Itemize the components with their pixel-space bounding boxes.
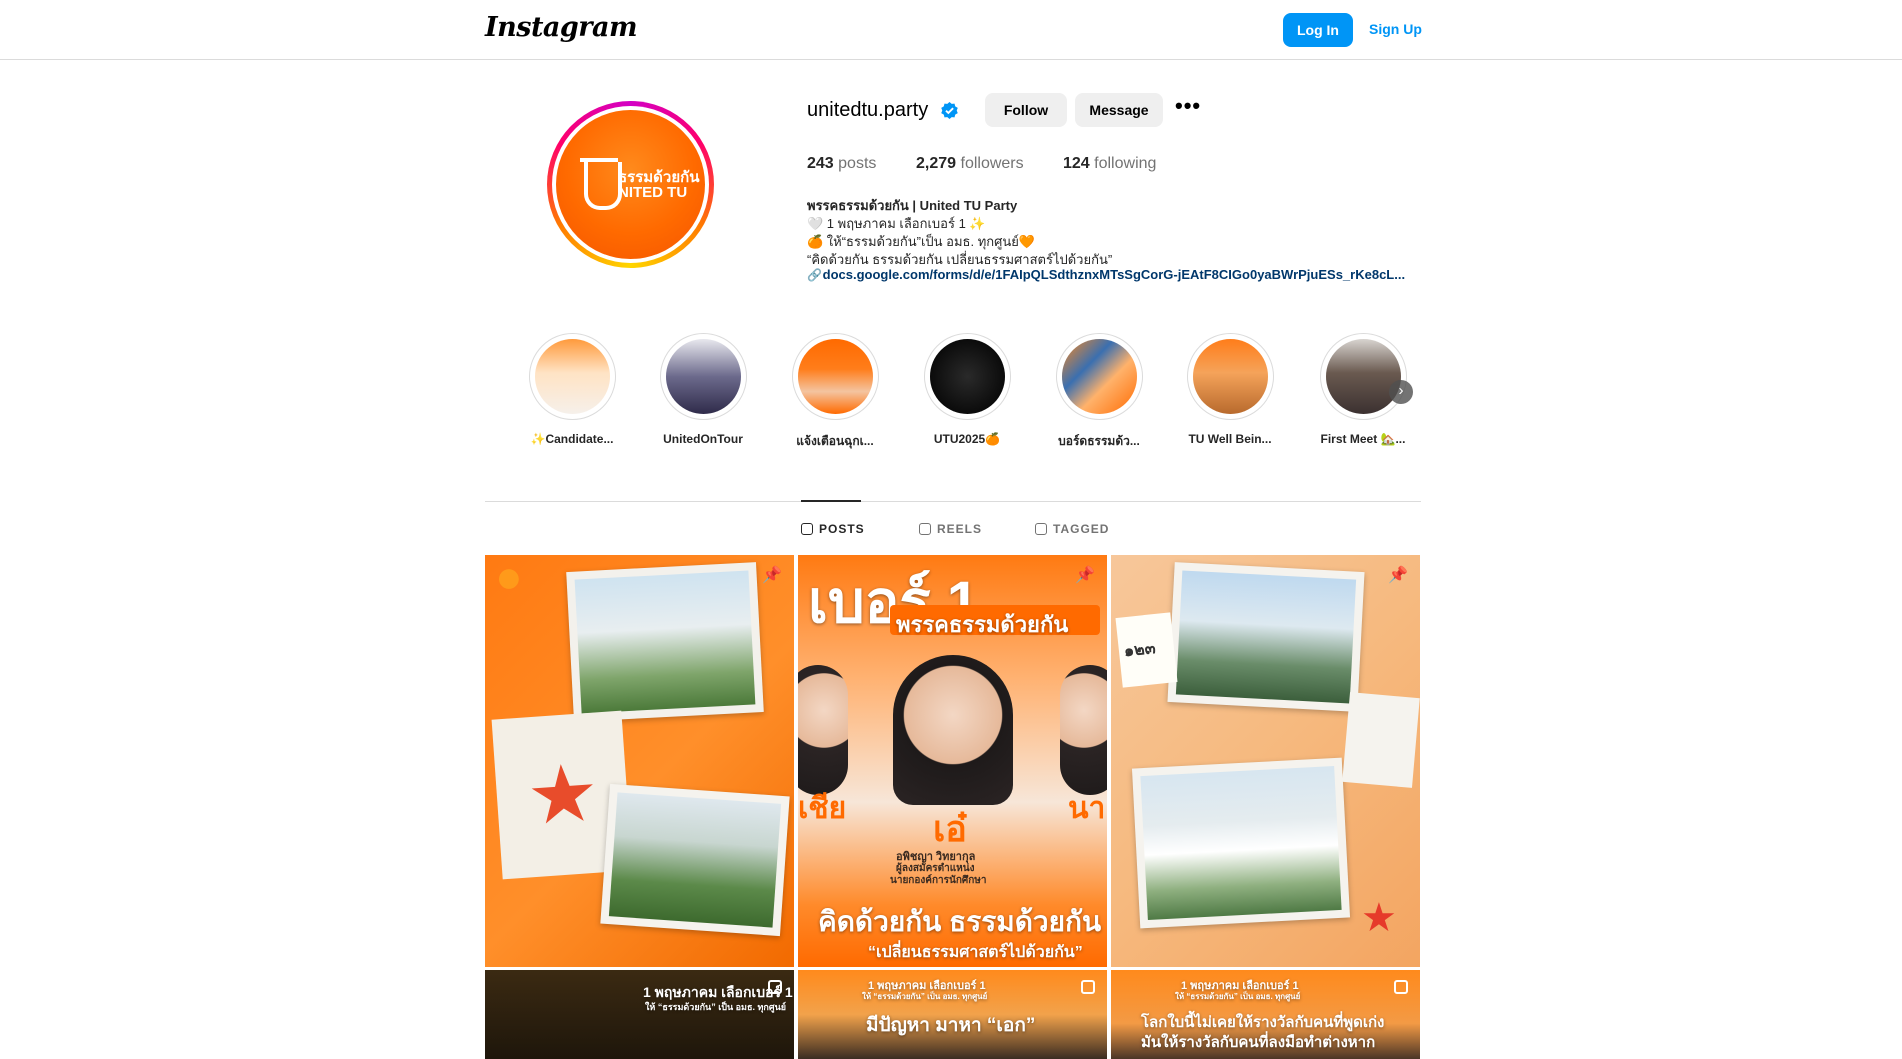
carousel-icon bbox=[1394, 980, 1408, 994]
highlight-cover bbox=[665, 339, 741, 414]
carousel-icon bbox=[1081, 980, 1095, 994]
posts-stat: 243 posts bbox=[807, 155, 877, 172]
post-text: ให้ “ธรรมด้วยกัน” เป็น อมธ. ทุกศูนย์ bbox=[862, 992, 988, 1001]
highlight-board[interactable]: บอร์ดธรรมด้ว... bbox=[1054, 333, 1144, 451]
post-caption: “เปลี่ยนธรรมศาสตร์ไปด้วยกัน” bbox=[868, 944, 1083, 961]
star-icon: ★ bbox=[523, 747, 602, 842]
highlight-unitedontour[interactable]: UnitedOnTour bbox=[658, 333, 748, 446]
avatar-image: ธรรมด้วยกัน NITED TU bbox=[556, 110, 705, 259]
login-button[interactable]: Log In bbox=[1283, 13, 1353, 47]
post-tile[interactable]: ★ ● 📌 bbox=[485, 555, 794, 967]
post-headline: มีปัญหา มาหา “เอก” bbox=[866, 1015, 1036, 1036]
highlight-label: UTU2025🍊 bbox=[933, 432, 1001, 446]
chevron-right-icon[interactable]: › bbox=[1389, 380, 1413, 404]
avatar-logo-text-en: NITED TU bbox=[618, 184, 688, 201]
grid-icon bbox=[801, 523, 813, 535]
post-headline: มันให้รางวัลกับคนที่ลงมือทำต่างหาก bbox=[1141, 1034, 1376, 1051]
highlight-cover bbox=[534, 339, 610, 414]
candidate-photo bbox=[893, 655, 1013, 805]
highlight-tu-wellbeing[interactable]: TU Well Bein... bbox=[1185, 333, 1275, 446]
carousel-icon bbox=[768, 980, 782, 994]
orange-slice-icon: ● bbox=[495, 555, 523, 602]
tab-reels[interactable]: REELS bbox=[919, 522, 982, 536]
post-text: ให้ “ธรรมด้วยกัน” เป็น อมธ. ทุกศูนย์ bbox=[1175, 992, 1301, 1001]
post-subheading: พรรคธรรมด้วยกัน bbox=[896, 612, 1069, 637]
highlight-cover bbox=[1325, 339, 1401, 414]
signup-link[interactable]: Sign Up bbox=[1369, 21, 1422, 37]
profile-avatar[interactable]: ธรรมด้วยกัน NITED TU bbox=[547, 101, 714, 268]
photo-card bbox=[1167, 562, 1365, 712]
note-text: ๑๒๓ bbox=[1123, 640, 1157, 661]
link-icon: 🔗 bbox=[807, 268, 822, 282]
bio-link-row[interactable]: 🔗 docs.google.com/forms/d/e/1FAIpQLSdthz… bbox=[807, 267, 1405, 282]
highlight-label: แจ้งเตือนฉุกเ... bbox=[796, 434, 874, 448]
highlight-cover bbox=[1192, 339, 1268, 414]
candidate-nickname: นา bbox=[1068, 792, 1106, 825]
active-tab-indicator bbox=[801, 500, 861, 502]
photo-card bbox=[1131, 757, 1351, 929]
post-tile[interactable]: 1 พฤษภาคม เลือกเบอร์ 1 ให้ “ธรรมด้วยกัน”… bbox=[798, 970, 1107, 1059]
highlight-label: บอร์ดธรรมด้ว... bbox=[1058, 434, 1140, 448]
pin-icon: 📌 bbox=[1075, 567, 1095, 584]
pin-icon: 📌 bbox=[1388, 567, 1408, 584]
more-options-icon[interactable]: ••• bbox=[1175, 95, 1201, 124]
post-tile[interactable]: 1 พฤษภาคม เลือกเบอร์ 1 ให้ “ธรรมด้วยกัน”… bbox=[1111, 970, 1420, 1059]
follow-button[interactable]: Follow bbox=[985, 93, 1067, 127]
note-card: ๑๒๓ bbox=[1115, 612, 1178, 688]
verified-badge-icon bbox=[941, 101, 958, 120]
profile-username: unitedtu.party bbox=[807, 99, 929, 121]
post-caption: คิดด้วยกัน ธรรมด้วยกัน bbox=[818, 906, 1102, 937]
post-tile[interactable]: 1 พฤษภาคม เลือกเบอร์ 1 ให้ “ธรรมด้วยกัน”… bbox=[485, 970, 794, 1059]
highlight-candidate[interactable]: ✨Candidate... bbox=[527, 333, 617, 446]
star-icon: ★ bbox=[1361, 896, 1397, 940]
highlight-emergency[interactable]: แจ้งเตือนฉุกเ... bbox=[790, 333, 880, 451]
photo-card bbox=[566, 562, 764, 722]
highlight-cover bbox=[1061, 339, 1137, 414]
following-stat[interactable]: 124 following bbox=[1063, 155, 1156, 173]
tab-tagged[interactable]: TAGGED bbox=[1035, 522, 1109, 536]
highlight-label: ✨Candidate... bbox=[530, 432, 614, 446]
top-nav: Instagram Log In Sign Up bbox=[0, 0, 1902, 60]
tagged-icon bbox=[1035, 523, 1047, 535]
highlight-utu2025[interactable]: UTU2025🍊 bbox=[922, 333, 1012, 446]
tab-posts[interactable]: POSTS bbox=[801, 522, 865, 536]
united-tu-logo-mark bbox=[580, 158, 622, 210]
post-tile[interactable]: ๑๒๓ ★ 📌 bbox=[1111, 555, 1420, 967]
highlight-label: TU Well Bein... bbox=[1188, 432, 1272, 446]
highlight-cover bbox=[929, 339, 1005, 414]
highlight-label: First Meet 🏡... bbox=[1320, 432, 1406, 446]
bio-link[interactable]: docs.google.com/forms/d/e/1FAIpQLSdthznx… bbox=[823, 267, 1405, 282]
photo-card bbox=[600, 783, 790, 937]
followers-stat[interactable]: 2,279 followers bbox=[916, 155, 1024, 173]
candidate-position: นายกองค์การนักศึกษา bbox=[890, 875, 987, 886]
post-tile[interactable]: เบอร์ 1 พรรคธรรมด้วยกัน เชีย เอ๋ นา อพิช… bbox=[798, 555, 1107, 967]
candidate-nickname: เชีย bbox=[798, 792, 847, 825]
highlight-cover bbox=[797, 339, 873, 414]
highlight-label: UnitedOnTour bbox=[663, 432, 743, 446]
instagram-logo[interactable]: Instagram bbox=[485, 12, 638, 43]
message-button[interactable]: Message bbox=[1075, 93, 1163, 127]
tabs-divider bbox=[485, 501, 1421, 502]
pin-icon: 📌 bbox=[762, 567, 782, 584]
reels-icon bbox=[919, 523, 931, 535]
post-text: ให้ “ธรรมด้วยกัน” เป็น อมธ. ทุกศูนย์ bbox=[645, 1002, 786, 1012]
